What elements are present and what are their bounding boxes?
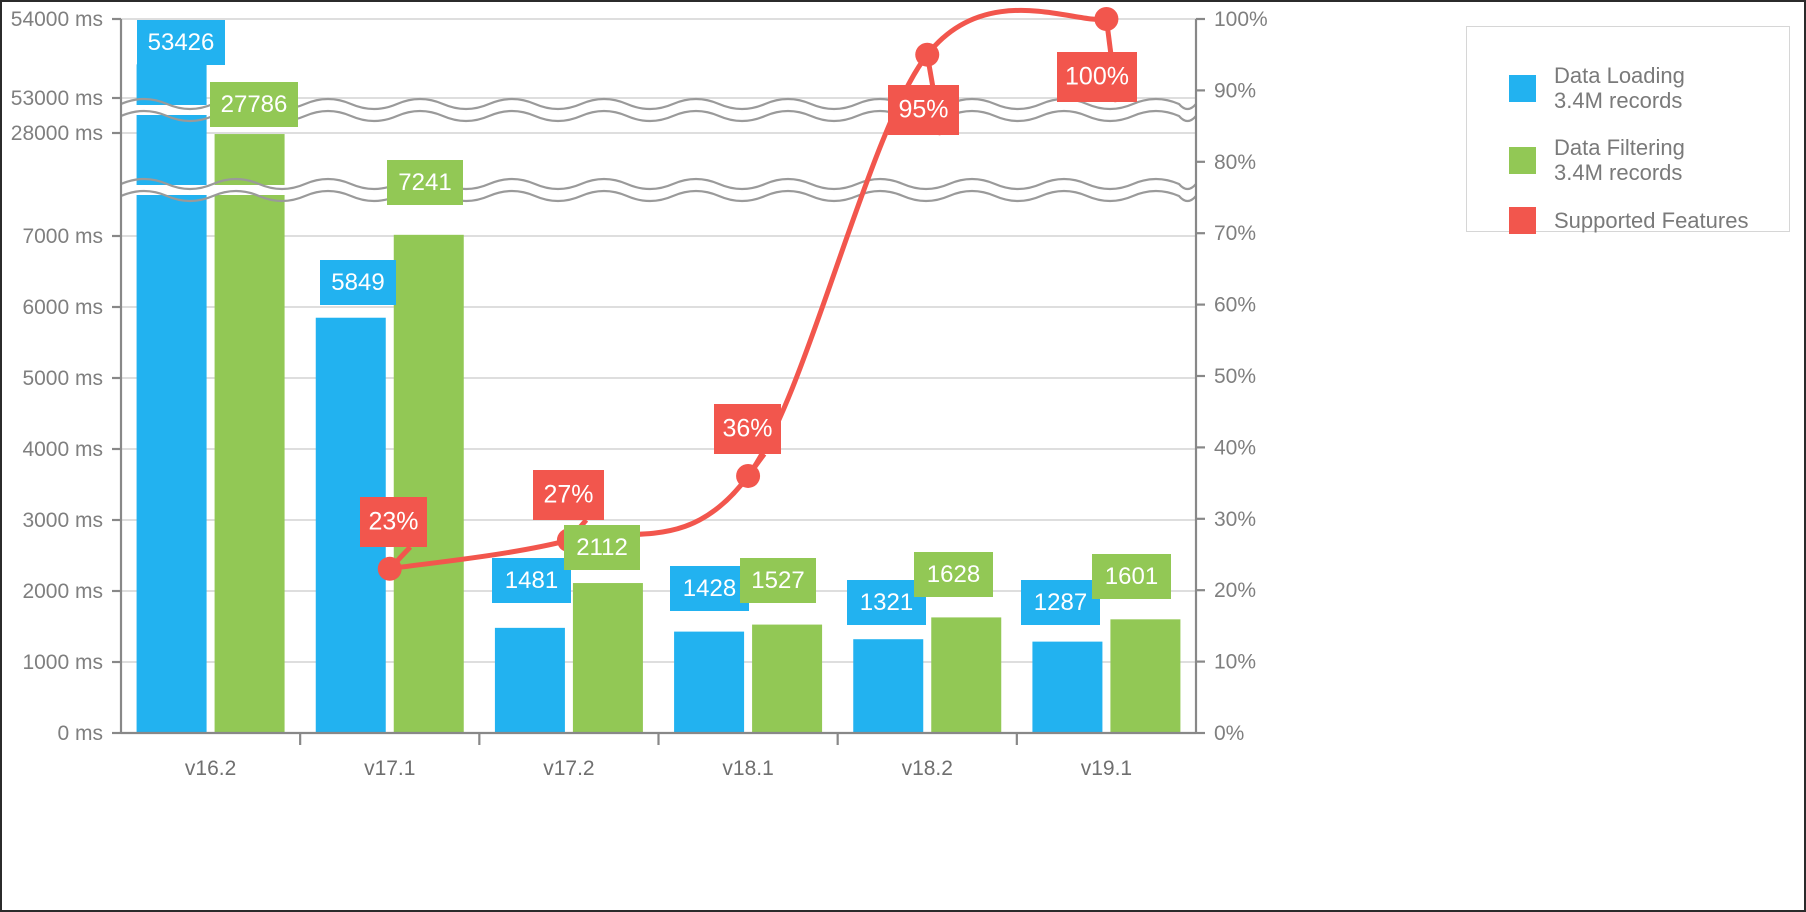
bar-data-filtering[interactable]	[572, 583, 643, 733]
right-axis-tick-label: 40%	[1214, 436, 1256, 459]
line-point-supported-features[interactable]	[915, 42, 940, 67]
legend-item-supported-features[interactable]: Supported Features	[1509, 207, 1789, 234]
right-axis-tick-label: 100%	[1214, 8, 1268, 31]
x-axis-category-label: v18.1	[722, 757, 773, 780]
right-axis-tick-label: 50%	[1214, 365, 1256, 388]
legend-label-data-filtering: Data Filtering 3.4M records	[1554, 135, 1685, 185]
legend-swatch-data-filtering	[1509, 146, 1536, 174]
legend-item-data-filtering[interactable]: Data Filtering 3.4M records	[1509, 135, 1789, 185]
bar-value-data-filtering-text: 1527	[751, 567, 804, 594]
legend-item-data-loading[interactable]: Data Loading 3.4M records	[1509, 63, 1789, 113]
bar-data-loading[interactable]	[494, 627, 565, 733]
line-point-supported-features[interactable]	[1094, 7, 1119, 31]
left-axis-tick-label: 54000 ms	[11, 8, 103, 31]
bar-data-loading[interactable]	[853, 639, 924, 733]
legend-swatch-data-loading	[1509, 74, 1536, 102]
pct-label-text: 100%	[1065, 63, 1129, 91]
left-axis-tick-label: 5000 ms	[22, 367, 103, 390]
bar-value-data-filtering-text: 2112	[576, 534, 628, 561]
bar-data-loading[interactable]	[136, 64, 207, 733]
line-point-supported-features[interactable]	[377, 556, 402, 581]
right-axis-tick-label: 10%	[1214, 651, 1256, 674]
bar-data-filtering[interactable]	[214, 134, 285, 733]
right-axis-tick-label: 60%	[1214, 294, 1256, 317]
bar-value-data-loading-text: 5849	[331, 269, 384, 296]
chart-legend: Data Loading 3.4M records Data Filtering…	[1466, 26, 1790, 234]
pct-label-text: 95%	[898, 96, 948, 124]
bar-value-data-loading-text: 1428	[683, 575, 736, 602]
x-axis-category-label: v18.2	[902, 757, 953, 780]
left-axis-tick-label: 28000 ms	[11, 122, 103, 145]
x-axis-category-label: v17.1	[364, 757, 415, 780]
left-axis-tick-label: 0 ms	[57, 722, 103, 745]
right-axis-tick-label: 90%	[1214, 79, 1256, 102]
bar-data-filtering[interactable]	[931, 617, 1002, 733]
left-axis-tick-label: 1000 ms	[22, 651, 103, 674]
right-axis-tick-label: 70%	[1214, 222, 1256, 245]
bar-data-loading[interactable]	[674, 631, 745, 733]
left-axis-tick-label: 2000 ms	[22, 580, 103, 603]
bar-value-data-filtering-text: 7241	[398, 169, 451, 196]
chart-screenshot: 23% 27% 36% 95% 100% 53426 5849 1481 1428 1321 128…	[0, 0, 1806, 912]
pct-label-text: 23%	[368, 508, 418, 536]
bar-data-filtering[interactable]	[1110, 619, 1181, 733]
bar-data-loading[interactable]	[1032, 641, 1103, 733]
pct-label-text: 27%	[543, 481, 593, 509]
left-axis-tick-label: 6000 ms	[22, 296, 103, 319]
left-axis-tick-label: 4000 ms	[22, 438, 103, 461]
x-axis-category-label: v16.2	[185, 757, 236, 780]
bar-data-filtering[interactable]	[752, 624, 823, 733]
left-axis-tick-label: 53000 ms	[11, 87, 103, 110]
bar-value-data-filtering-text: 1628	[927, 561, 980, 588]
right-axis-tick-label: 30%	[1214, 508, 1256, 531]
bar-value-data-filtering-text: 27786	[221, 91, 288, 118]
legend-swatch-supported-features	[1509, 207, 1536, 234]
bar-data-filtering[interactable]	[393, 234, 464, 734]
x-axis-category-label: v19.1	[1081, 757, 1132, 780]
pct-label-text: 36%	[722, 415, 772, 443]
bar-value-data-loading-text: 1287	[1034, 589, 1087, 616]
bar-value-data-loading-text: 1481	[505, 567, 558, 594]
right-axis-tick-label: 0%	[1214, 722, 1244, 745]
legend-label-data-loading: Data Loading 3.4M records	[1554, 63, 1685, 113]
line-point-supported-features[interactable]	[736, 463, 761, 488]
bar-value-data-loading-text: 53426	[148, 29, 215, 56]
right-axis-tick-label: 80%	[1214, 151, 1256, 174]
legend-label-supported-features: Supported Features	[1554, 208, 1749, 233]
left-axis-tick-label: 7000 ms	[22, 225, 103, 248]
left-axis-tick-label: 3000 ms	[22, 509, 103, 532]
bar-value-data-filtering-text: 1601	[1105, 563, 1158, 590]
right-axis-tick-label: 20%	[1214, 579, 1256, 602]
bar-value-data-loading-text: 1321	[860, 589, 913, 616]
x-axis-category-label: v17.2	[543, 757, 594, 780]
